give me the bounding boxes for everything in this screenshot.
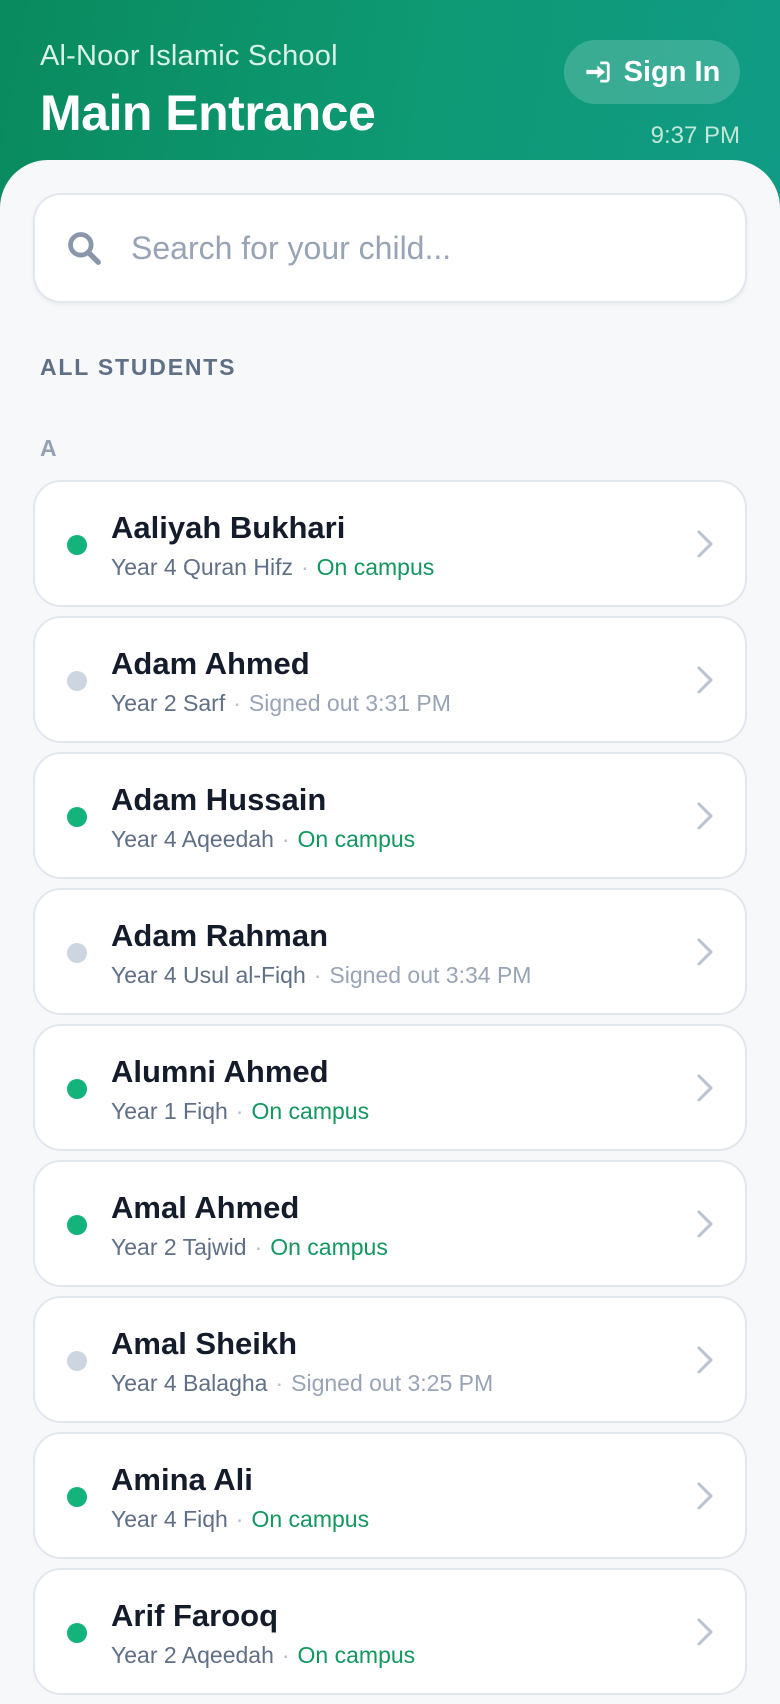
student-card[interactable]: Adam Hussain Year 4 Aqeedah · On campus (33, 752, 747, 879)
student-meta: Year 4 Fiqh · On campus (111, 1506, 369, 1533)
student-card[interactable]: Amal Sheikh Year 4 Balagha · Signed out 3:2… (33, 1296, 747, 1423)
student-meta: Year 1 Fiqh · On campus (111, 1098, 369, 1125)
status-dot (67, 943, 87, 963)
status-dot (67, 1079, 87, 1099)
student-status: Signed out 3:25 PM (291, 1370, 494, 1396)
sign-in-label: Sign In (623, 55, 721, 88)
section-heading: ALL STUDENTS (40, 354, 237, 380)
student-class: Year 4 Fiqh (111, 1506, 228, 1532)
student-class: Year 2 Aqeedah (111, 1642, 274, 1668)
sign-in-icon (585, 61, 610, 83)
student-status: On campus (297, 826, 416, 852)
chevron-right-icon (697, 1074, 713, 1102)
student-name: Amal Ahmed (111, 1190, 300, 1225)
chevron-right-icon (697, 1482, 713, 1510)
separator: · (281, 826, 290, 852)
student-meta: Year 4 Usul al-Fiqh · Signed out 3:34 PM (111, 962, 531, 989)
separator: · (235, 1098, 244, 1124)
student-card[interactable]: Arif Farooq Year 2 Aqeedah · On campus (33, 1568, 747, 1695)
student-class: Year 4 Balagha (111, 1370, 268, 1396)
status-dot (67, 671, 87, 691)
student-class: Year 1 Fiqh (111, 1098, 228, 1124)
student-card[interactable]: Adam Ahmed Year 2 Sarf · Signed out 3:31 PM (33, 616, 747, 743)
current-time: 9:37 PM (650, 122, 740, 149)
student-card[interactable]: Aaliyah Bukhari Year 4 Quran Hifz · On camp… (33, 480, 747, 607)
separator: · (313, 962, 322, 988)
student-class: Year 2 Sarf (111, 690, 226, 716)
separator: · (254, 1234, 263, 1260)
student-card[interactable]: Amal Ahmed Year 2 Tajwid · On campus (33, 1160, 747, 1287)
search-icon (68, 232, 101, 265)
chevron-right-icon (697, 666, 713, 694)
student-status: On campus (316, 554, 435, 580)
student-card[interactable]: Adam Rahman Year 4 Usul al-Fiqh · Signed ou… (33, 888, 747, 1015)
separator: · (235, 1506, 244, 1532)
student-meta: Year 2 Tajwid · On campus (111, 1234, 388, 1261)
page-title: Main Entrance (40, 85, 376, 141)
student-status: Signed out 3:34 PM (329, 962, 532, 988)
student-list: Aaliyah Bukhari Year 4 Quran Hifz · On camp… (33, 480, 747, 1704)
student-class: Year 4 Aqeedah (111, 826, 274, 852)
student-status: On campus (251, 1506, 370, 1532)
chevron-right-icon (697, 1210, 713, 1238)
student-meta: Year 2 Aqeedah · On campus (111, 1642, 415, 1669)
school-name: Al-Noor Islamic School (40, 40, 338, 72)
student-meta: Year 4 Aqeedah · On campus (111, 826, 415, 853)
student-name: Arif Farooq (111, 1598, 279, 1633)
student-name: Amal Sheikh (111, 1326, 298, 1361)
status-dot (67, 1487, 87, 1507)
status-dot (67, 1215, 87, 1235)
student-name: Adam Ahmed (111, 646, 310, 681)
student-class: Year 2 Tajwid (111, 1234, 247, 1260)
student-name: Amina Ali (111, 1462, 253, 1497)
separator: · (275, 1370, 284, 1396)
student-status: On campus (297, 1642, 416, 1668)
status-dot (67, 1623, 87, 1643)
chevron-right-icon (697, 530, 713, 558)
status-dot (67, 535, 87, 555)
chevron-right-icon (697, 938, 713, 966)
student-meta: Year 4 Balagha · Signed out 3:25 PM (111, 1370, 493, 1397)
separator: · (281, 1642, 290, 1668)
student-card[interactable]: Alumni Ahmed Year 1 Fiqh · On campus (33, 1024, 747, 1151)
chevron-right-icon (697, 1618, 713, 1646)
student-card[interactable]: Amina Ali Year 4 Fiqh · On campus (33, 1432, 747, 1559)
separator: · (300, 554, 309, 580)
student-meta: Year 2 Sarf · Signed out 3:31 PM (111, 690, 451, 717)
chevron-right-icon (697, 1346, 713, 1374)
student-name: Adam Hussain (111, 782, 327, 817)
student-class: Year 4 Usul al-Fiqh (111, 962, 306, 988)
status-dot (67, 807, 87, 827)
student-name: Aaliyah Bukhari (111, 510, 346, 545)
separator: · (233, 690, 241, 716)
student-name: Adam Rahman (111, 918, 329, 953)
student-meta: Year 4 Quran Hifz · On campus (111, 554, 434, 581)
search-input[interactable] (131, 215, 711, 281)
chevron-right-icon (697, 802, 713, 830)
student-status: On campus (251, 1098, 370, 1124)
student-status: On campus (270, 1234, 388, 1260)
sign-in-button[interactable]: Sign In (564, 40, 740, 104)
student-status: Signed out 3:31 PM (248, 690, 451, 716)
search-box[interactable] (33, 193, 747, 303)
student-name: Alumni Ahmed (111, 1054, 329, 1089)
student-class: Year 4 Quran Hifz (111, 554, 293, 580)
status-dot (67, 1351, 87, 1371)
group-letter: A (40, 435, 57, 461)
